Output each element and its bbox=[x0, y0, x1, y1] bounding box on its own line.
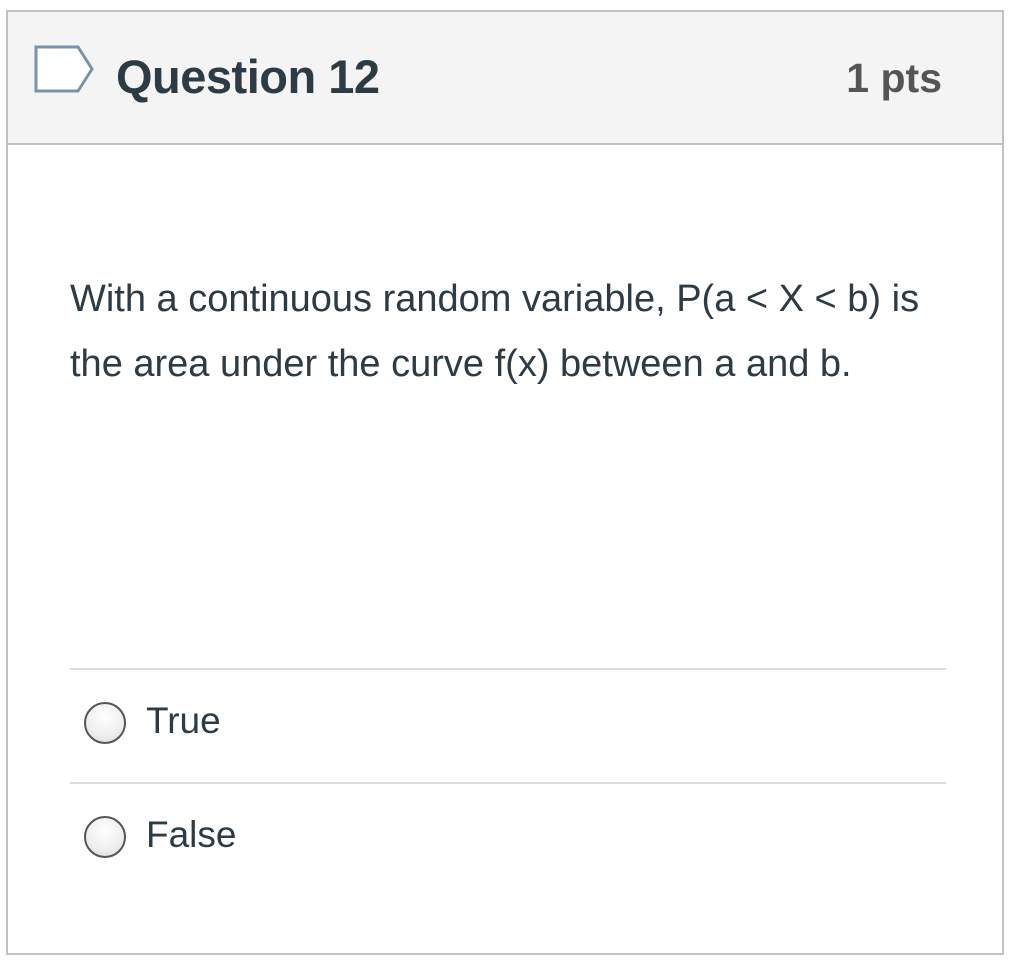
answer-label[interactable]: False bbox=[146, 810, 236, 860]
question-title: Question 12 bbox=[116, 50, 380, 103]
answer-list: True False bbox=[70, 668, 946, 896]
answer-option-false[interactable]: False bbox=[70, 782, 946, 896]
radio-button[interactable] bbox=[84, 702, 126, 744]
bookmark-flag-icon[interactable] bbox=[34, 45, 94, 93]
answer-option-true[interactable]: True bbox=[70, 668, 946, 782]
radio-button[interactable] bbox=[84, 816, 126, 858]
question-points: 1 pts bbox=[846, 55, 942, 101]
question-text: With a continuous random variable, P(a <… bbox=[70, 278, 920, 385]
answer-label[interactable]: True bbox=[146, 696, 221, 746]
question-header: Question 12 1 pts bbox=[8, 12, 1002, 145]
question-card: Question 12 1 pts With a continuous rand… bbox=[6, 10, 1004, 955]
